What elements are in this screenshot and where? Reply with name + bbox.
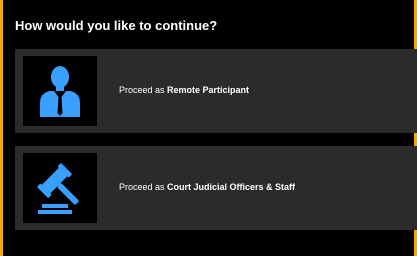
option-role: Remote Participant	[167, 85, 250, 95]
dialog-title: How would you like to continue?	[15, 18, 218, 33]
continue-dialog: How would you like to continue? Proceed …	[0, 0, 417, 256]
gavel-icon	[37, 163, 79, 214]
option-prefix: Proceed as	[119, 182, 168, 192]
court-staff-option[interactable]: Proceed as Court Judicial Officers & Sta…	[15, 146, 417, 230]
remote-participant-option[interactable]: Proceed as Remote Participant	[15, 49, 417, 133]
option-prefix: Proceed as	[119, 85, 168, 95]
remote-participant-label: Proceed as Remote Participant	[119, 85, 249, 95]
person-icon	[40, 66, 80, 117]
option-role: Court Judicial Officers & Staff	[167, 182, 296, 192]
person-icon-box	[23, 56, 97, 126]
court-staff-label: Proceed as Court Judicial Officers & Sta…	[119, 182, 295, 192]
gavel-icon-box	[23, 153, 97, 223]
